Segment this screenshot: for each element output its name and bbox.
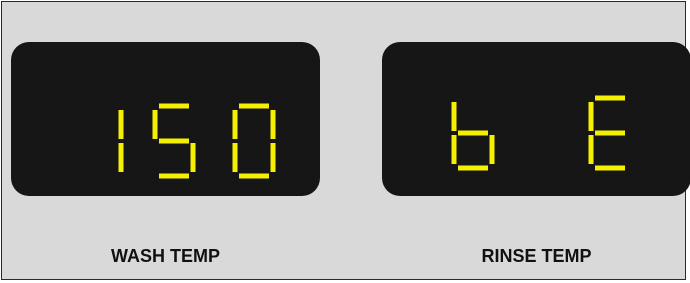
rinse-temp-readout [451,95,625,171]
wash-temp-display [11,42,320,196]
rinse-digit-1 [451,102,495,171]
rinse-temp-display [382,42,690,196]
wash-digit-2 [152,103,196,179]
rinse-digit-2 [588,95,625,171]
rinse-temp-label: RINSE TEMP [481,246,592,266]
wash-digit-3 [232,103,276,179]
control-panel: WASH TEMP RINSE TEMP [1,1,690,280]
wash-temp-label: WASH TEMP [110,246,220,266]
wash-temp-readout [118,103,276,179]
